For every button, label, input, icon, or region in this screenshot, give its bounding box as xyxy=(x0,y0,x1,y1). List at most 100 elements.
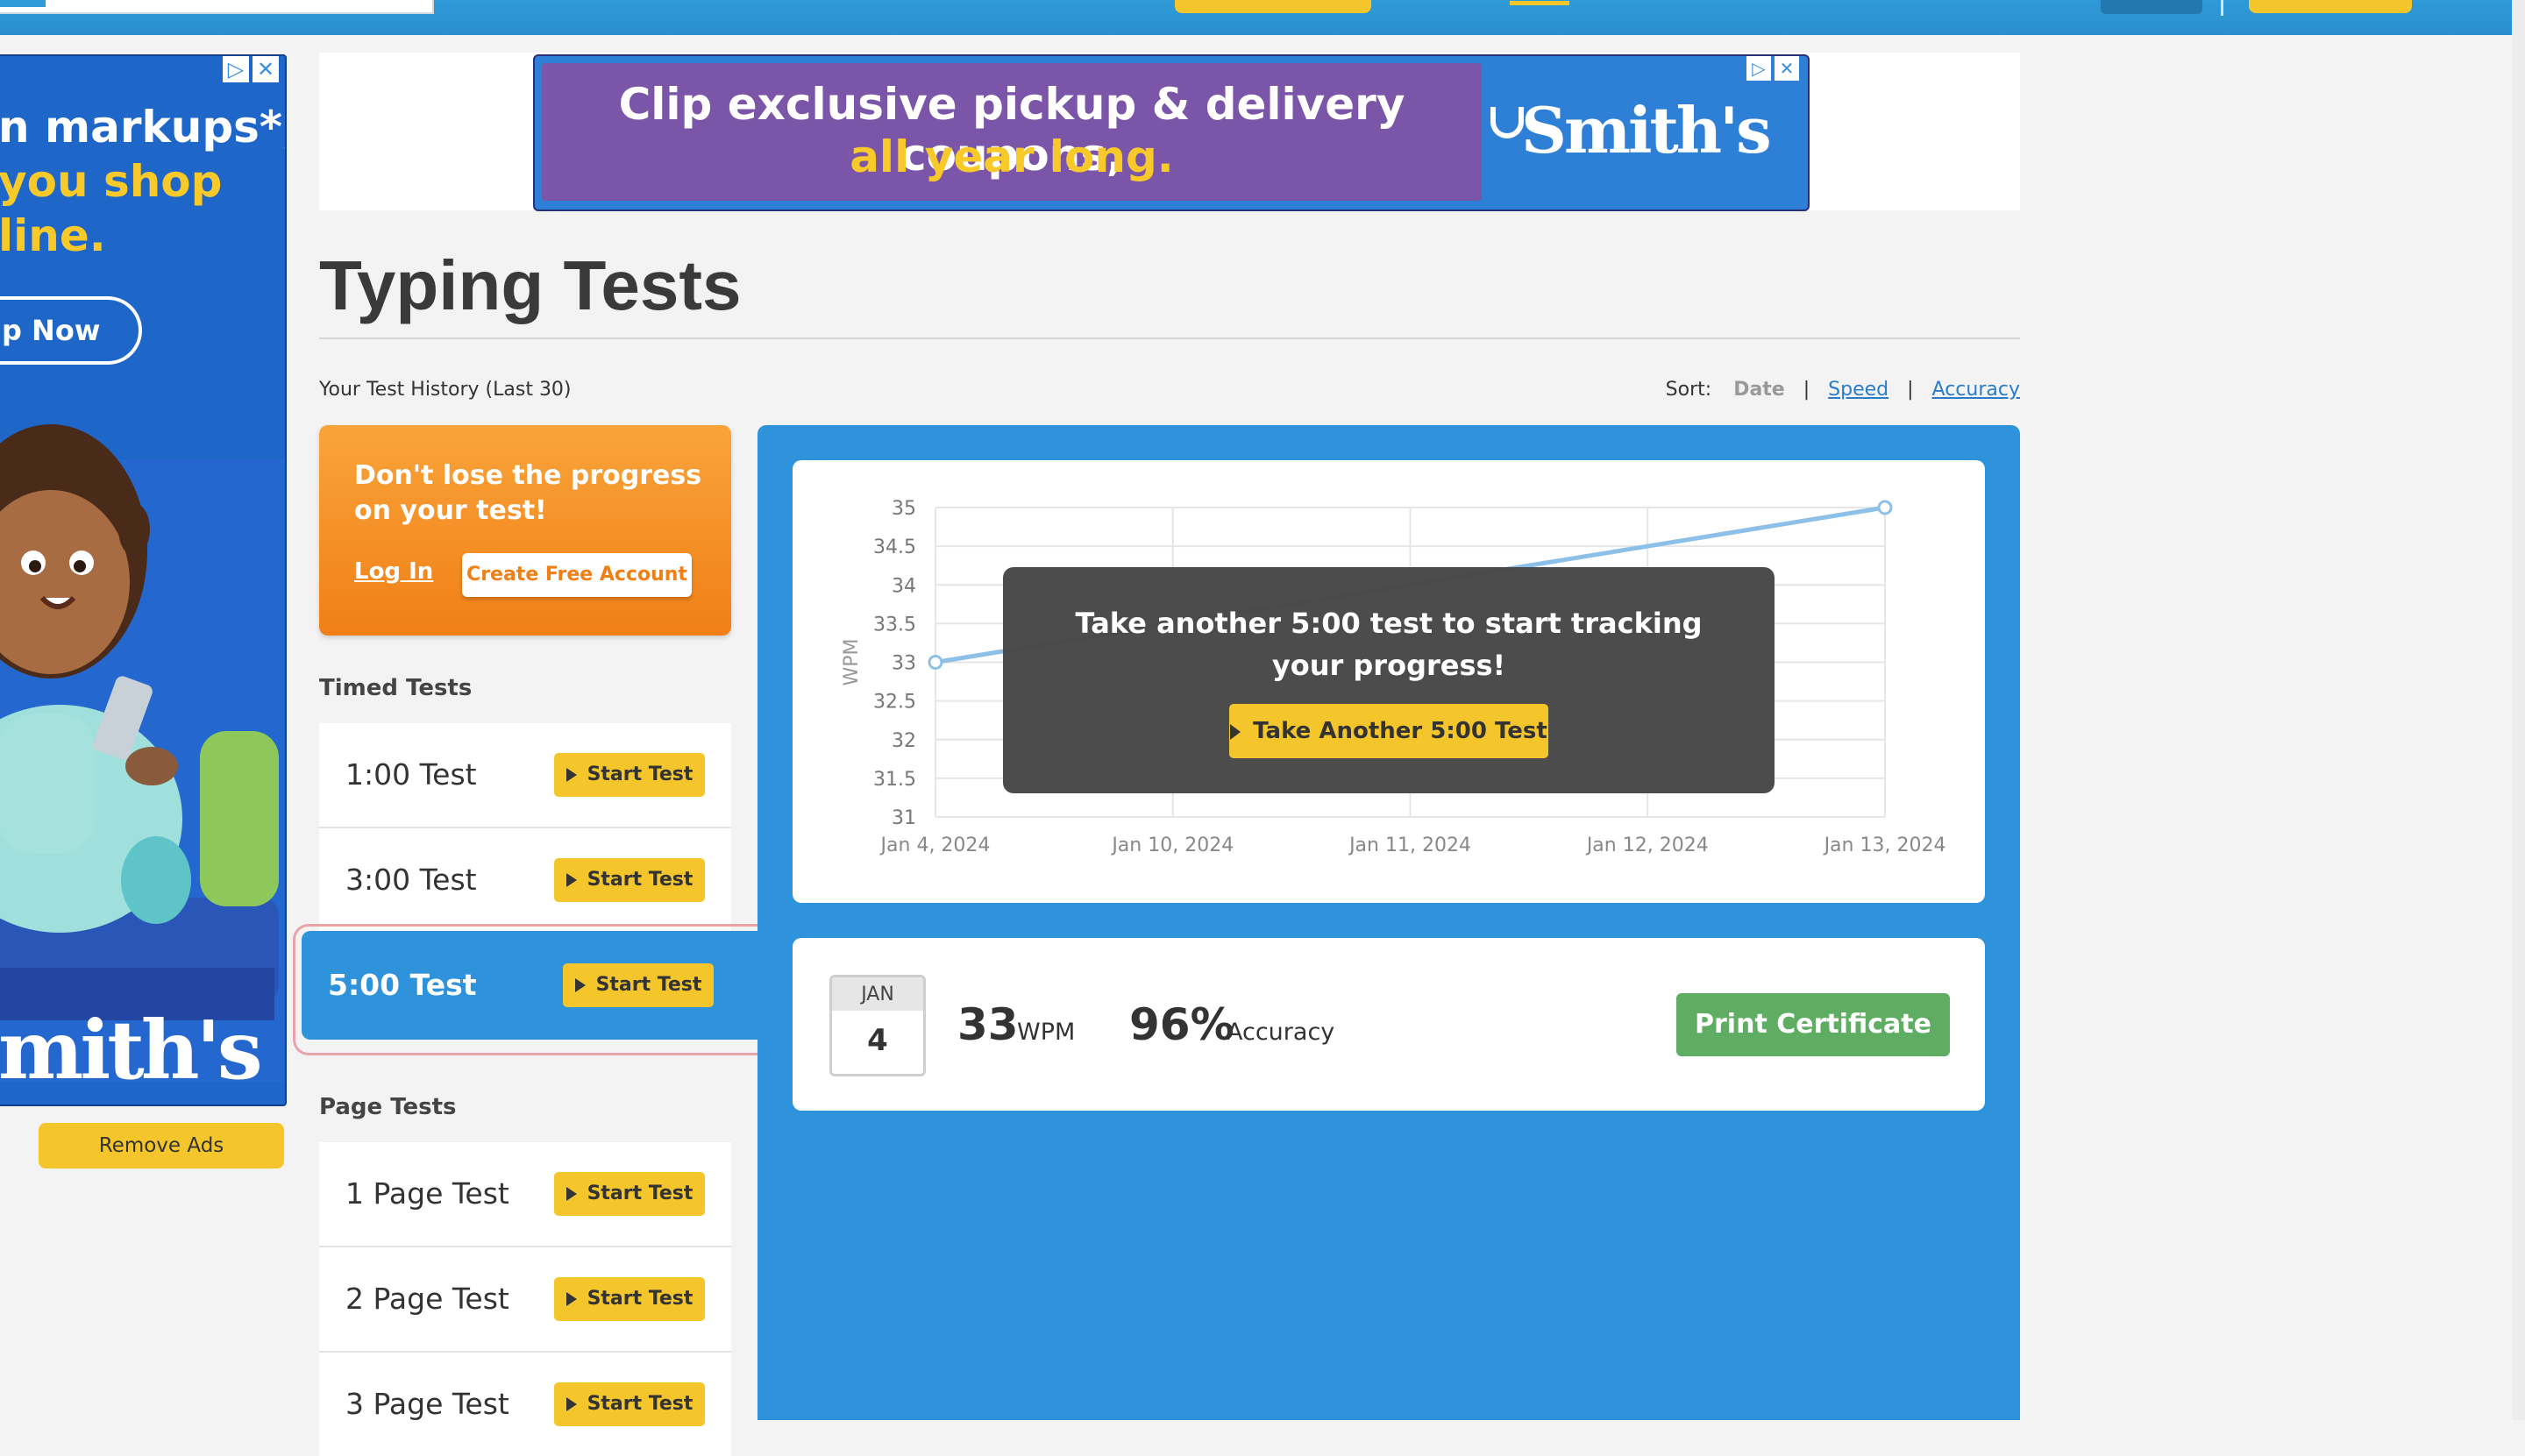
result-month: JAN xyxy=(832,977,923,1011)
calendar-date-badge: JAN 4 xyxy=(829,975,926,1076)
y-tick-label: 33 xyxy=(892,653,916,675)
side-ad-line1: n markups*, xyxy=(0,102,287,153)
test-item-5-minute-selected[interactable]: 5:00 Test Start Test xyxy=(302,931,758,1040)
start-test-label: Start Test xyxy=(587,1393,693,1415)
start-test-button[interactable]: Start Test xyxy=(554,1172,705,1216)
test-item-3-minute[interactable]: 3:00 Test Start Test xyxy=(319,828,731,934)
play-icon xyxy=(565,1397,577,1411)
test-item-3-page[interactable]: 3 Page Test Start Test xyxy=(319,1353,731,1456)
banner-close-icon[interactable]: ✕ xyxy=(1775,56,1799,81)
test-item-1-minute[interactable]: 1:00 Test Start Test xyxy=(319,723,731,828)
test-item-2-page[interactable]: 2 Page Test Start Test xyxy=(319,1247,731,1353)
play-icon xyxy=(565,873,577,887)
test-name: 5:00 Test xyxy=(328,968,477,1002)
side-ad-line2: you shop xyxy=(0,156,223,207)
y-tick-label: 32.5 xyxy=(873,692,916,714)
play-icon xyxy=(1230,724,1241,740)
x-tick-label: Jan 13, 2024 xyxy=(1823,835,1946,856)
y-tick-label: 34 xyxy=(892,575,916,597)
x-tick-label: Jan 10, 2024 xyxy=(1110,835,1234,856)
result-day: 4 xyxy=(867,1023,888,1058)
y-tick-label: 31 xyxy=(892,807,916,829)
title-divider xyxy=(319,337,2020,339)
nav-dark-button[interactable] xyxy=(2101,0,2202,14)
test-history-label: Your Test History (Last 30) xyxy=(319,379,572,401)
banner-advertisement[interactable]: Clip exclusive pickup & delivery coupons… xyxy=(533,54,1810,211)
test-name: 3:00 Test xyxy=(345,863,477,897)
top-navbar xyxy=(0,0,2525,35)
sort-speed-link[interactable]: Speed xyxy=(1828,379,1888,401)
play-icon xyxy=(565,1187,577,1201)
tracking-prompt-overlay: Take another 5:00 test to start tracking… xyxy=(1003,567,1775,793)
page-tests-heading: Page Tests xyxy=(319,1094,457,1120)
result-accuracy-value: 96% xyxy=(1129,999,1234,1050)
take-another-label: Take Another 5:00 Test xyxy=(1253,718,1547,744)
start-test-label: Start Test xyxy=(587,1183,693,1204)
create-account-button[interactable]: Create Free Account xyxy=(462,553,692,597)
nav-active-underline xyxy=(1510,1,1569,5)
sort-separator: | xyxy=(1803,379,1810,401)
banner-ad-panel: Clip exclusive pickup & delivery coupons… xyxy=(542,63,1482,201)
y-tick-label: 35 xyxy=(892,498,916,520)
login-link[interactable]: Log In xyxy=(354,558,433,585)
play-icon xyxy=(574,978,586,992)
start-test-button[interactable]: Start Test xyxy=(563,963,714,1007)
side-ad-illustration xyxy=(0,424,285,1082)
print-certificate-button[interactable]: Print Certificate xyxy=(1676,993,1950,1056)
sort-controls: Sort: Date | Speed | Accuracy xyxy=(1666,379,2020,401)
banner-ad-brand: Smith's xyxy=(1521,93,1772,167)
ad-close-icon[interactable]: ✕ xyxy=(252,56,279,82)
play-icon xyxy=(565,768,577,782)
result-accuracy-unit: Accuracy xyxy=(1227,1019,1335,1046)
result-wpm-unit: WPM xyxy=(1017,1019,1076,1046)
overlay-message: Take another 5:00 test to start tracking… xyxy=(1075,607,1703,682)
start-test-button[interactable]: Start Test xyxy=(554,1277,705,1321)
banner-ad-line2: all year long. xyxy=(850,131,1174,182)
start-test-label: Start Test xyxy=(587,764,693,785)
sort-date: Date xyxy=(1733,379,1785,401)
cart-logo-icon xyxy=(1490,107,1524,138)
y-tick-label: 33.5 xyxy=(873,614,916,636)
result-wpm-value: 33 xyxy=(957,999,1019,1050)
x-tick-label: Jan 4, 2024 xyxy=(879,835,991,856)
remove-ads-button[interactable]: Remove Ads xyxy=(39,1123,284,1168)
y-tick-label: 32 xyxy=(892,730,916,752)
banner-adchoices-icon[interactable]: ▷ xyxy=(1746,56,1771,81)
y-axis-label: WPM xyxy=(841,638,863,685)
nav-separator xyxy=(2221,0,2223,16)
side-ad-brand-logo: mith's xyxy=(0,1003,263,1097)
take-another-test-button[interactable]: Take Another 5:00 Test xyxy=(1229,704,1548,758)
test-item-1-page[interactable]: 1 Page Test Start Test xyxy=(319,1142,731,1247)
sort-accuracy-link[interactable]: Accuracy xyxy=(1932,379,2020,401)
start-test-label: Start Test xyxy=(595,974,702,996)
promo-message: Don't lose the progress on your test! xyxy=(354,460,702,526)
nav-signup-button[interactable] xyxy=(2249,0,2412,13)
test-name: 3 Page Test xyxy=(345,1387,509,1421)
start-test-label: Start Test xyxy=(587,869,693,891)
signup-promo-card: Don't lose the progress on your test! Lo… xyxy=(319,425,731,636)
sort-separator: | xyxy=(1907,379,1914,401)
start-test-button[interactable]: Start Test xyxy=(554,753,705,797)
x-tick-label: Jan 12, 2024 xyxy=(1585,835,1709,856)
start-test-button[interactable]: Start Test xyxy=(554,858,705,902)
test-name: 1:00 Test xyxy=(345,757,477,792)
test-name: 1 Page Test xyxy=(345,1176,509,1211)
page-scrollbar[interactable] xyxy=(2512,0,2525,1420)
test-name: 2 Page Test xyxy=(345,1282,509,1316)
y-tick-label: 31.5 xyxy=(873,769,916,791)
play-icon xyxy=(565,1292,577,1306)
nav-yellow-button[interactable] xyxy=(1175,0,1371,13)
search-field[interactable] xyxy=(0,0,434,14)
side-ad-shop-button[interactable]: p Now xyxy=(0,296,142,365)
data-point xyxy=(928,655,943,670)
sort-label: Sort: xyxy=(1665,379,1712,401)
adchoices-icon[interactable]: ▷ xyxy=(223,56,249,82)
y-tick-label: 34.5 xyxy=(873,536,916,558)
page-title: Typing Tests xyxy=(319,246,742,324)
data-point xyxy=(1877,500,1893,515)
side-advertisement[interactable]: n markups*, you shop line. p Now mith's … xyxy=(0,54,287,1106)
search-highlight xyxy=(0,0,46,7)
latest-result-card: JAN 4 33 WPM 96% Accuracy Print Certific… xyxy=(793,938,1985,1111)
x-tick-label: Jan 11, 2024 xyxy=(1348,835,1471,856)
side-ad-line3: line. xyxy=(0,210,106,261)
